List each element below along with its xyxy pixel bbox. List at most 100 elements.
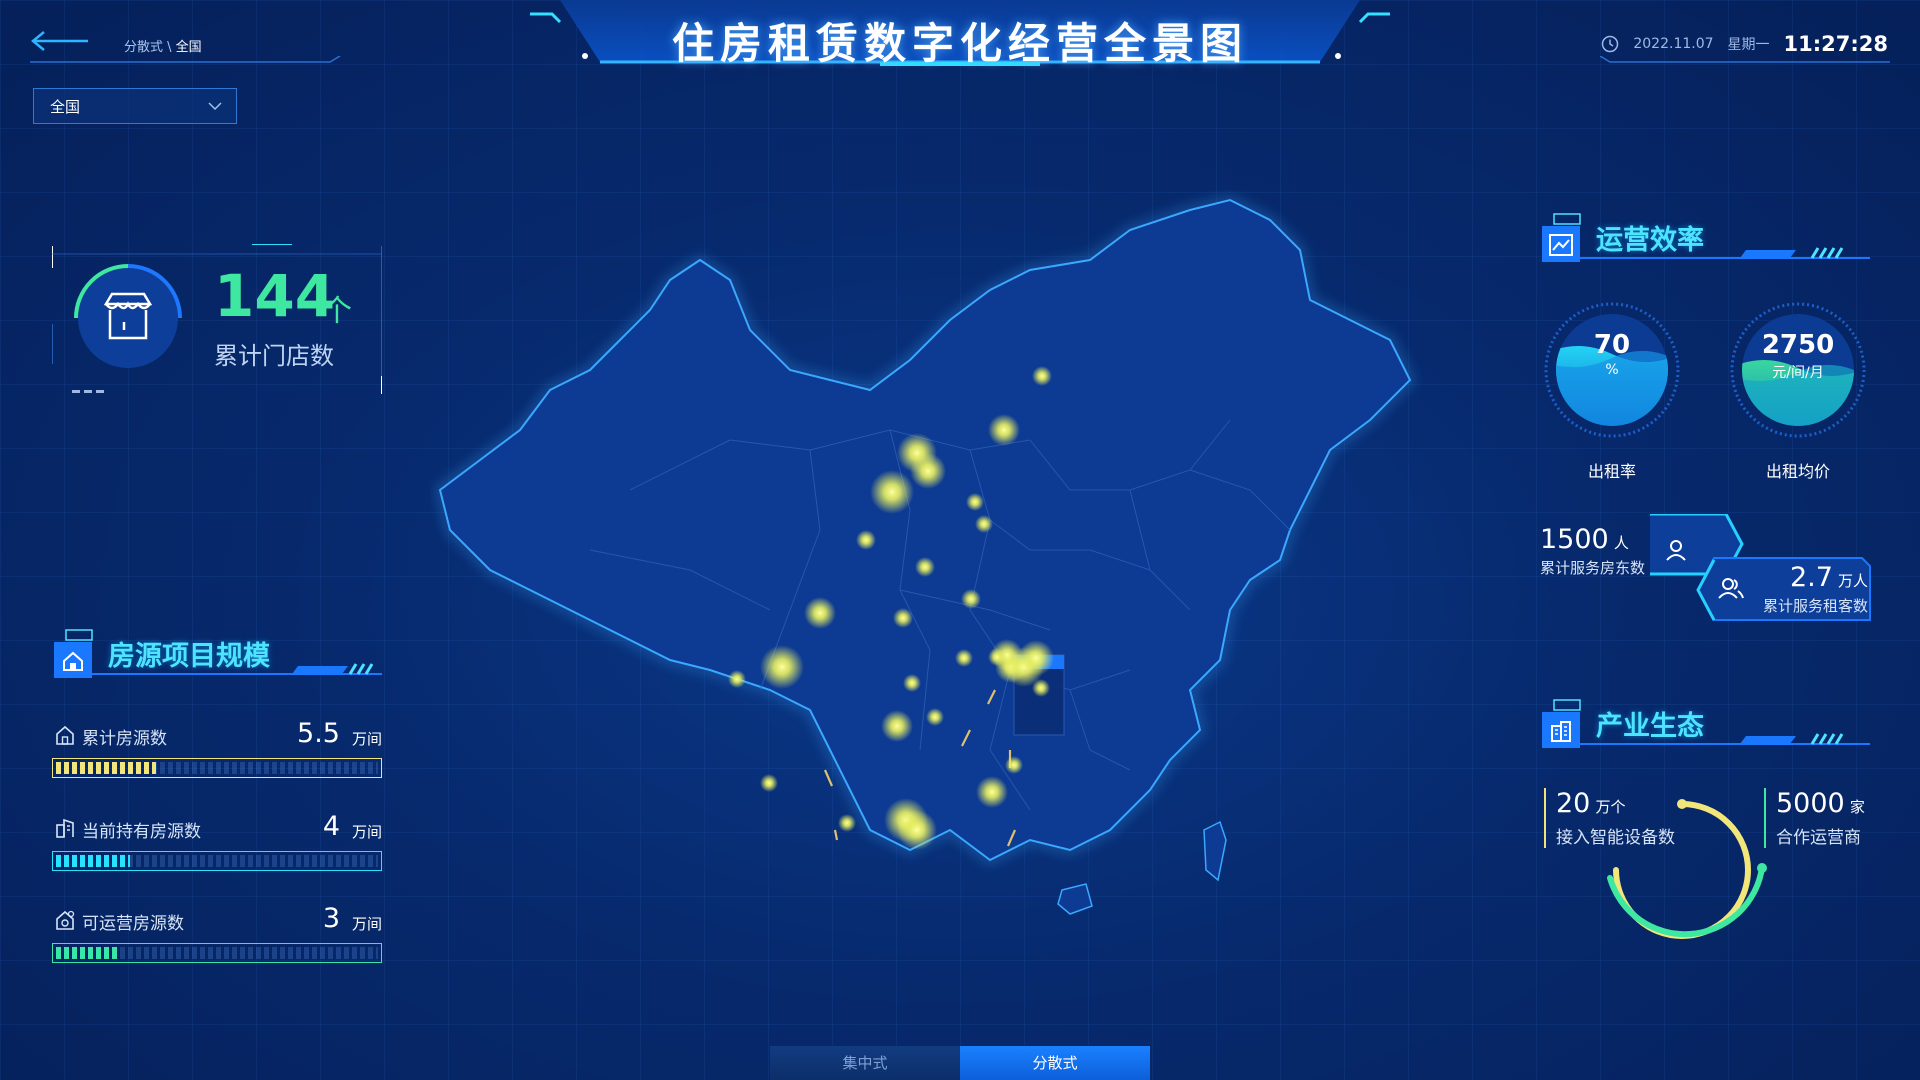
operators-unit: 家 xyxy=(1849,798,1865,816)
store-count-unit: 个 xyxy=(322,294,352,329)
project-dot xyxy=(728,670,746,688)
tab-decentralized[interactable]: 分散式 xyxy=(960,1046,1150,1080)
housing-section-title: 房源项目规模 xyxy=(52,628,382,682)
taiwan xyxy=(1203,820,1227,882)
housing-progress-fill xyxy=(56,855,131,867)
housing-stat-unit: 万间 xyxy=(351,915,382,933)
ecology-section-title: 产业生态 xyxy=(1540,698,1870,752)
header: 住房租赁数字化经营全景图 xyxy=(560,0,1360,70)
project-dot xyxy=(988,414,1020,446)
project-dot xyxy=(1032,679,1050,697)
efficiency-section-title: 运营效率 xyxy=(1540,212,1870,266)
tenants-value: 2.7 xyxy=(1789,562,1833,593)
project-dot xyxy=(893,608,913,628)
home-icon xyxy=(63,651,83,671)
efficiency-section-title-text: 运营效率 xyxy=(1596,225,1704,256)
project-dot xyxy=(903,674,921,692)
china-map-land xyxy=(438,198,1412,862)
rent-rate-gauge: 70 % xyxy=(1544,302,1680,438)
date-text: 2022.11.07 xyxy=(1633,36,1714,52)
datetime: 2022.11.07 星期一 11:27:28 xyxy=(1601,32,1888,56)
time-text: 11:27:28 xyxy=(1783,32,1888,56)
landlords-unit: 人 xyxy=(1613,534,1629,552)
users-icon xyxy=(1718,578,1744,599)
tenants-unit: 万人 xyxy=(1837,572,1868,590)
house-gear-icon xyxy=(56,910,75,930)
tenants-label: 累计服务租客数 xyxy=(1762,597,1868,615)
store-count-card: 144 个 累计门店数 xyxy=(52,244,382,394)
tab-centralized[interactable]: 集中式 xyxy=(770,1046,960,1080)
trend-chart-icon xyxy=(1549,234,1573,256)
mode-tabs: 集中式 分散式 xyxy=(770,1046,1150,1080)
store-ring xyxy=(74,264,182,368)
buildings-icon xyxy=(1551,721,1571,742)
avg-rent-value: 2750 xyxy=(1761,330,1835,360)
back-arrow-icon[interactable] xyxy=(30,28,90,54)
project-dot xyxy=(1032,366,1052,386)
weekday-text: 星期一 xyxy=(1727,37,1770,53)
housing-stat-unit: 万间 xyxy=(351,823,382,841)
devices-stat: 20 万个 接入智能设备数 xyxy=(1544,788,1675,848)
building-outline-icon xyxy=(56,818,74,838)
project-dot xyxy=(881,710,913,742)
ecology-section-title-text: 产业生态 xyxy=(1596,711,1704,742)
housing-stat-total: 累计房源数 5.5 万间 xyxy=(52,718,382,794)
housing-stat-unit: 万间 xyxy=(351,730,382,748)
housing-progress-fill xyxy=(56,762,156,774)
project-dot xyxy=(926,708,944,726)
tenants-stat: 2.7 万人 累计服务租客数 xyxy=(1756,562,1868,616)
avg-rent-label: 出租均价 xyxy=(1765,462,1830,481)
rent-rate-unit: % xyxy=(1605,362,1619,378)
clock-icon xyxy=(1602,35,1619,53)
operators-value: 5000 xyxy=(1776,788,1845,819)
housing-stat-value: 4 xyxy=(322,811,340,842)
store-count-value: 144 xyxy=(214,262,336,330)
housing-stat-value: 3 xyxy=(322,903,340,934)
project-dot xyxy=(910,453,946,489)
project-dot xyxy=(760,645,804,689)
region-select[interactable]: 全国 xyxy=(33,88,237,124)
rent-rate-label: 出租率 xyxy=(1587,462,1636,481)
operators-stat: 5000 家 合作运营商 xyxy=(1764,788,1865,848)
landlords-value: 1500 xyxy=(1540,524,1609,555)
project-dot xyxy=(1018,640,1054,676)
housing-progress-bar xyxy=(52,943,382,963)
project-dot xyxy=(804,597,836,629)
user-icon xyxy=(1666,540,1686,561)
project-dot xyxy=(897,810,937,850)
housing-stat-label: 累计房源数 xyxy=(82,729,167,749)
project-dot xyxy=(966,493,984,511)
project-dot xyxy=(1005,756,1023,774)
breadcrumb-parent[interactable]: 分散式 xyxy=(124,40,163,55)
housing-progress-bar xyxy=(52,758,382,778)
housing-section-title-text: 房源项目规模 xyxy=(108,641,270,672)
project-dot xyxy=(988,648,1006,666)
project-dot xyxy=(870,470,914,514)
china-map[interactable] xyxy=(430,190,1430,1060)
rent-rate-value: 70 xyxy=(1593,330,1631,360)
avg-rent-unit: 元/间/月 xyxy=(1772,365,1824,381)
project-dot xyxy=(838,814,856,832)
landlords-label: 累计服务房东数 xyxy=(1540,559,1646,577)
project-dot xyxy=(760,774,778,792)
breadcrumb-separator: \ xyxy=(163,40,176,55)
project-dot xyxy=(915,557,935,577)
breadcrumb: 分散式 \ 全国 xyxy=(124,36,202,55)
devices-label: 接入智能设备数 xyxy=(1556,828,1675,848)
house-outline-icon xyxy=(56,725,74,745)
header-right-line xyxy=(1600,56,1890,63)
avg-rent-gauge: 2750 元/间/月 xyxy=(1730,302,1866,438)
housing-progress-fill xyxy=(56,947,118,959)
header-left-line xyxy=(30,56,341,63)
operators-label: 合作运营商 xyxy=(1776,828,1861,848)
housing-stat-operable: 可运营房源数 3 万间 xyxy=(52,903,382,979)
hainan xyxy=(1057,883,1093,915)
project-dot xyxy=(976,776,1008,808)
region-select-value: 全国 xyxy=(50,97,81,116)
chevron-down-icon xyxy=(208,102,222,111)
page-title: 住房租赁数字化经营全景图 xyxy=(671,19,1248,68)
devices-unit: 万个 xyxy=(1595,798,1626,816)
housing-progress-bar xyxy=(52,851,382,871)
project-dot xyxy=(955,649,973,667)
housing-stat-label: 可运营房源数 xyxy=(82,914,184,934)
